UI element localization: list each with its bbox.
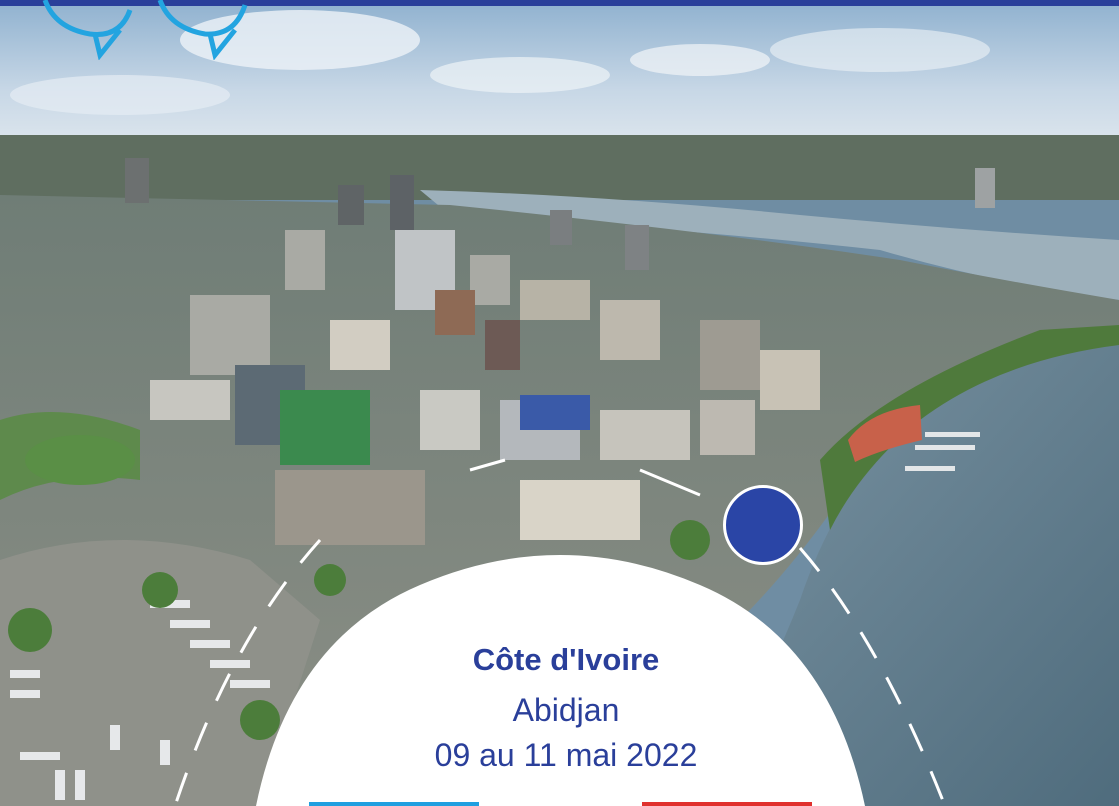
speech-bubble-icon xyxy=(42,0,248,60)
location-marker-icon xyxy=(723,485,803,565)
abidjan-aerial-photo xyxy=(0,0,1119,806)
